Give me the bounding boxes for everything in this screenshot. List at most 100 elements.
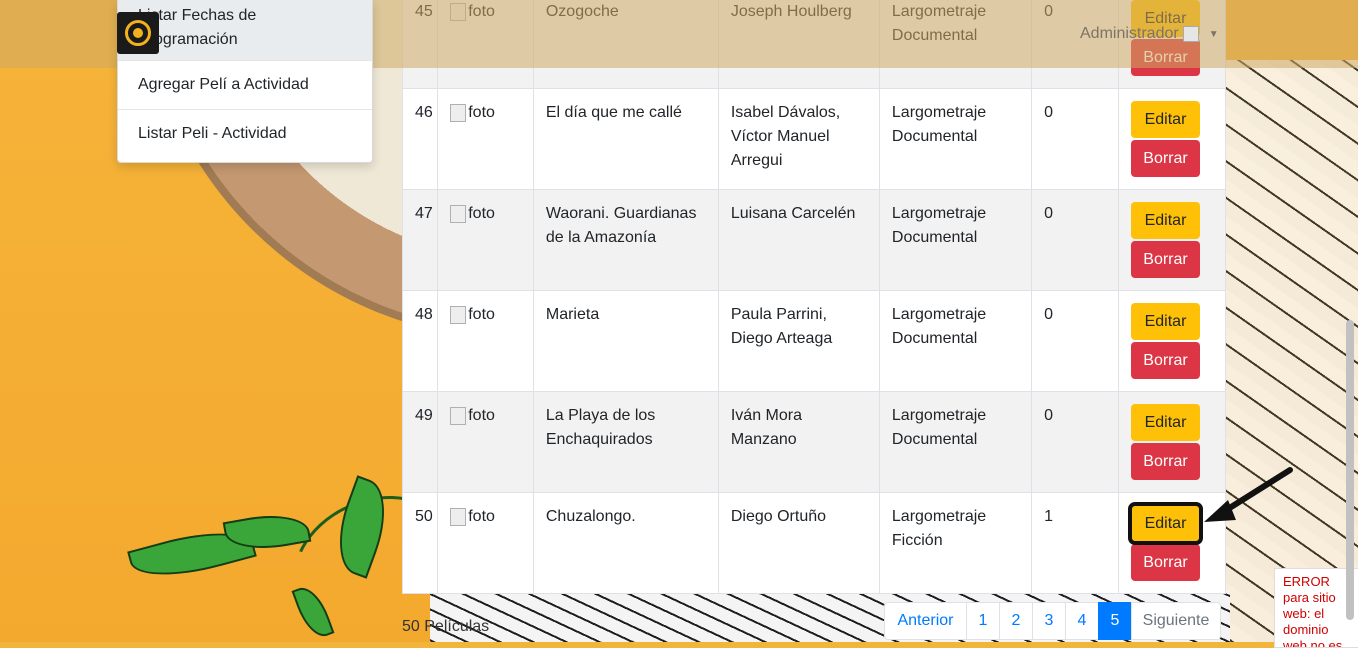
film-title: El día que me callé — [545, 104, 682, 121]
cell-count: 0 — [1031, 391, 1119, 493]
cell-genre: Largometraje Ficción — [878, 492, 1033, 594]
pagination-next[interactable]: Siguiente — [1131, 602, 1221, 640]
film-id: 46 — [415, 104, 433, 121]
delete-button[interactable]: Borrar — [1131, 241, 1200, 278]
film-photo-alt: foto — [468, 205, 495, 222]
broken-image-icon — [450, 104, 467, 122]
film-photo: foto — [450, 101, 495, 125]
cell-count: 1 — [1031, 492, 1119, 594]
cell-director: Iván Mora Manzano — [717, 391, 880, 493]
delete-button[interactable]: Borrar — [1131, 342, 1200, 379]
edit-button[interactable]: Editar — [1131, 101, 1200, 138]
edit-button[interactable]: Editar — [1128, 502, 1203, 545]
table-row: 48 foto Marieta Paula Parrini, Diego Art… — [401, 290, 1226, 392]
edit-button[interactable]: Editar — [1131, 404, 1200, 441]
cell-foto: foto — [437, 492, 534, 594]
film-director: Luisana Carcelén — [730, 205, 856, 222]
cell-genre: Largometraje Documental — [878, 391, 1033, 493]
cell-genre: Largometraje Documental — [878, 189, 1033, 291]
cell-id: 50 — [401, 492, 439, 594]
films-table: 45 foto Ozogoche Joseph Houlberg Largome… — [401, 0, 1226, 594]
cell-id: 46 — [401, 88, 439, 190]
menu-item-agregar-peli[interactable]: Agregar Pelí a Actividad — [118, 61, 372, 110]
cell-actions: Editar Borrar — [1118, 88, 1226, 190]
site-logo[interactable] — [117, 12, 159, 54]
broken-image-icon — [450, 205, 467, 223]
cell-genre: Largometraje Documental — [878, 290, 1033, 392]
film-photo-alt: foto — [468, 508, 495, 525]
cell-actions: Editar Borrar — [1118, 290, 1226, 392]
table-row: 46 foto El día que me callé Isabel Dával… — [401, 88, 1226, 190]
table-row: 50 foto Chuzalongo. Diego Ortuño Largome… — [401, 492, 1226, 594]
page-scrollbar[interactable] — [1346, 320, 1354, 620]
film-photo: foto — [450, 505, 495, 529]
cell-genre: Largometraje Documental — [878, 88, 1033, 190]
film-count-value: 0 — [1044, 407, 1054, 424]
pagination-prev[interactable]: Anterior — [884, 602, 967, 640]
broken-image-icon — [450, 306, 467, 324]
film-genre: Largometraje Documental — [891, 306, 987, 347]
film-count-value: 0 — [1044, 205, 1054, 222]
table-row: 49 foto La Playa de los Enchaquirados Iv… — [401, 391, 1226, 493]
film-director: Diego Ortuño — [730, 508, 827, 525]
chevron-down-icon: ▼ — [1208, 28, 1219, 40]
pagination-page-1[interactable]: 1 — [966, 602, 1000, 640]
film-photo-alt: foto — [468, 407, 495, 424]
cell-id: 48 — [401, 290, 439, 392]
film-id: 50 — [415, 508, 433, 525]
film-photo: foto — [450, 303, 495, 327]
pagination-page-2[interactable]: 2 — [999, 602, 1033, 640]
film-id: 48 — [415, 306, 433, 323]
film-title: Marieta — [545, 306, 600, 323]
film-genre: Largometraje Documental — [891, 407, 987, 448]
film-photo: foto — [450, 404, 495, 428]
broken-image-icon — [450, 407, 467, 425]
cell-title: La Playa de los Enchaquirados — [532, 391, 719, 493]
user-dropdown[interactable]: Administrador ▼ — [1080, 25, 1219, 43]
user-name: Administrador — [1080, 25, 1179, 42]
films-count: 50 Películas — [402, 618, 490, 635]
film-photo-alt: foto — [468, 104, 495, 121]
film-count-value: 0 — [1044, 306, 1054, 323]
film-title: La Playa de los Enchaquirados — [545, 407, 656, 448]
sun-logo-icon — [125, 20, 151, 46]
menu-item-label: Agregar Pelí a Actividad — [138, 76, 309, 93]
menu-item-listar-peli-actividad[interactable]: Listar Peli - Actividad — [118, 110, 372, 158]
cell-title: Waorani. Guardianas de la Amazonía — [532, 189, 719, 291]
pagination-page-5[interactable]: 5 — [1098, 602, 1132, 640]
cell-title: El día que me callé — [532, 88, 719, 190]
cell-id: 49 — [401, 391, 439, 493]
film-photo: foto — [450, 202, 495, 226]
delete-button[interactable]: Borrar — [1131, 544, 1200, 581]
pagination: Anterior 1 2 3 4 5 Siguiente — [884, 602, 1221, 640]
pagination-page-3[interactable]: 3 — [1032, 602, 1066, 640]
film-director: Isabel Dávalos, Víctor Manuel Arregui — [730, 104, 841, 169]
avatar-broken-image-icon — [1182, 26, 1199, 42]
cell-director: Diego Ortuño — [717, 492, 880, 594]
menu-item-label: Listar Peli - Actividad — [138, 125, 287, 142]
cell-foto: foto — [437, 290, 534, 392]
film-title: Chuzalongo. — [545, 508, 636, 525]
cell-count: 0 — [1031, 189, 1119, 291]
edit-button[interactable]: Editar — [1131, 303, 1200, 340]
annotation-arrow-icon — [1204, 467, 1293, 522]
film-director: Iván Mora Manzano — [730, 407, 802, 448]
cell-director: Luisana Carcelén — [717, 189, 880, 291]
film-photo-alt: foto — [468, 306, 495, 323]
film-id: 47 — [415, 205, 433, 222]
cell-count: 0 — [1031, 88, 1119, 190]
delete-button[interactable]: Borrar — [1131, 140, 1200, 177]
cell-actions: Editar Borrar — [1118, 189, 1226, 291]
cell-count: 0 — [1031, 290, 1119, 392]
edit-button[interactable]: Editar — [1131, 202, 1200, 239]
cell-foto: foto — [437, 391, 534, 493]
cell-director: Isabel Dávalos, Víctor Manuel Arregui — [717, 88, 880, 190]
film-id: 49 — [415, 407, 433, 424]
delete-button[interactable]: Borrar — [1131, 443, 1200, 480]
table-row: 47 foto Waorani. Guardianas de la Amazon… — [401, 189, 1226, 291]
cell-title: Marieta — [532, 290, 719, 392]
film-count-value: 0 — [1044, 104, 1054, 121]
pagination-page-4[interactable]: 4 — [1065, 602, 1099, 640]
film-genre: Largometraje Ficción — [891, 508, 987, 549]
cell-foto: foto — [437, 88, 534, 190]
